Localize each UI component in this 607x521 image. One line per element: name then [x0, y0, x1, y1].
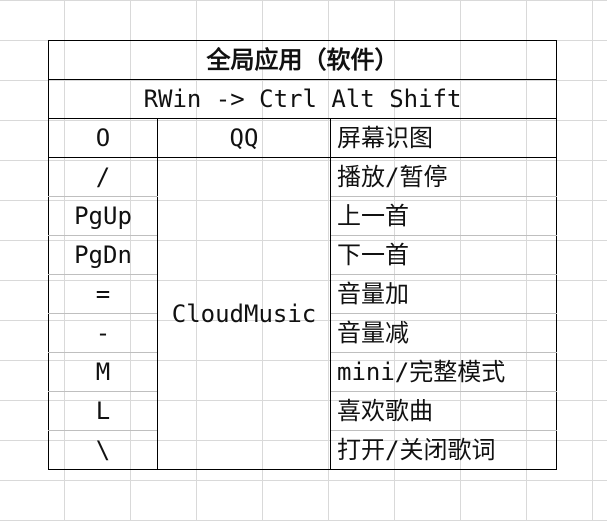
key-cell[interactable]: \ [48, 430, 158, 470]
header-key[interactable]: O [48, 118, 158, 158]
key-cell[interactable]: PgDn [48, 235, 158, 275]
key-cell[interactable]: / [48, 157, 158, 197]
function-cell[interactable]: 喜欢歌曲 [329, 391, 558, 431]
function-cell[interactable]: mini/完整模式 [329, 352, 558, 392]
shortcut-table-region: 全局应用（软件） RWin -> Ctrl Alt Shift O QQ 屏幕识… [47, 40, 558, 481]
function-cell[interactable]: 音量减 [329, 313, 558, 353]
header-app[interactable]: QQ [157, 118, 331, 158]
function-cell[interactable]: 上一首 [329, 196, 558, 236]
app-cell[interactable]: CloudMusic [157, 157, 331, 470]
key-cell[interactable]: PgUp [48, 196, 158, 236]
table-title[interactable]: 全局应用（软件） [47, 40, 558, 80]
header-function[interactable]: 屏幕识图 [329, 118, 558, 158]
function-cell[interactable]: 打开/关闭歌词 [329, 430, 558, 470]
function-cell[interactable]: 音量加 [329, 274, 558, 314]
key-cell[interactable]: = [48, 274, 158, 314]
shortcut-table: 全局应用（软件） RWin -> Ctrl Alt Shift O QQ 屏幕识… [47, 40, 558, 470]
function-cell[interactable]: 下一首 [329, 235, 558, 275]
key-cell[interactable]: L [48, 391, 158, 431]
table-subtitle[interactable]: RWin -> Ctrl Alt Shift [47, 79, 558, 119]
key-cell[interactable]: M [48, 352, 158, 392]
function-cell[interactable]: 播放/暂停 [329, 157, 558, 197]
table-row: / CloudMusic 播放/暂停 [48, 157, 558, 470]
key-cell[interactable]: - [48, 313, 158, 353]
